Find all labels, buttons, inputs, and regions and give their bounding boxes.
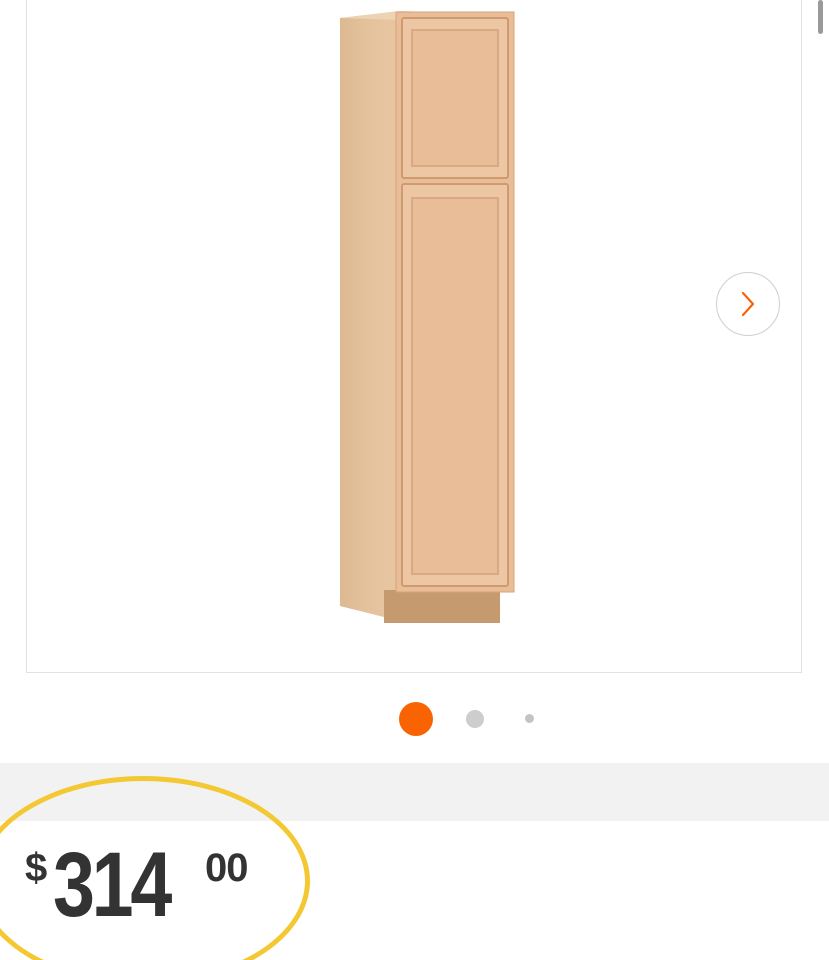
gallery-dot-3[interactable] xyxy=(525,714,534,723)
gallery-dot-1-active[interactable] xyxy=(399,702,433,736)
price-cents: 00 xyxy=(205,846,248,890)
section-divider xyxy=(0,763,829,821)
scrollbar[interactable] xyxy=(818,0,823,34)
chevron-right-icon xyxy=(741,291,755,317)
price-dollars: 314 xyxy=(53,834,172,936)
next-image-button[interactable] xyxy=(716,272,780,336)
product-page: $ 314 00 xyxy=(0,0,829,960)
gallery-pagination xyxy=(0,700,829,736)
product-image[interactable] xyxy=(330,6,520,631)
gallery-dot-2[interactable] xyxy=(466,710,484,728)
price-currency-symbol: $ xyxy=(25,846,48,890)
